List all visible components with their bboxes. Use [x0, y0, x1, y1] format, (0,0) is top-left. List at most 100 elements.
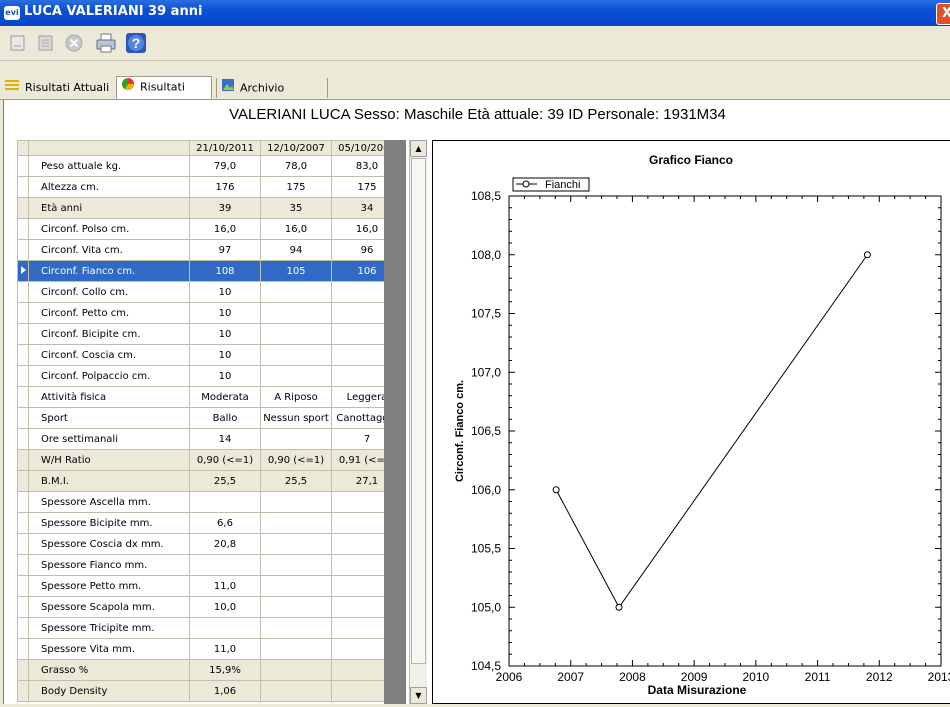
row-indicator[interactable] [17, 680, 29, 702]
value-cell[interactable]: 79,0 [189, 155, 261, 177]
value-cell[interactable]: 11,0 [189, 638, 261, 660]
value-cell[interactable] [260, 554, 332, 576]
date-header[interactable]: 21/10/2011 [189, 140, 261, 156]
date-header[interactable]: 12/10/2007 [260, 140, 332, 156]
row-indicator[interactable] [17, 596, 29, 618]
table-row[interactable]: Circonf. Petto cm. 10 [17, 302, 403, 324]
value-cell[interactable]: 11,0 [189, 575, 261, 597]
value-cell[interactable]: Moderata [189, 386, 261, 408]
delete-icon[interactable] [34, 31, 58, 55]
row-indicator[interactable] [17, 470, 29, 492]
value-cell[interactable] [260, 533, 332, 555]
row-indicator[interactable] [17, 197, 29, 219]
table-row[interactable]: Circonf. Collo cm. 10 [17, 281, 403, 303]
row-indicator[interactable] [17, 302, 29, 324]
table-row[interactable]: Grasso % 15,9% [17, 659, 403, 681]
value-cell[interactable]: 108 [189, 260, 261, 282]
value-cell[interactable]: 16,0 [260, 218, 332, 240]
cancel-icon[interactable] [62, 31, 86, 55]
value-cell[interactable]: 10 [189, 323, 261, 345]
row-indicator[interactable] [17, 533, 29, 555]
table-row[interactable]: Spessore Vita mm. 11,0 [17, 638, 403, 660]
table-row[interactable]: Circonf. Bicipite cm. 10 [17, 323, 403, 345]
table-row[interactable]: Ore settimanali 14 7 [17, 428, 403, 450]
measurements-table[interactable]: 21/10/2011 12/10/2007 05/10/2006 Peso at… [17, 140, 403, 702]
scroll-thumb[interactable] [411, 158, 426, 664]
value-cell[interactable]: A Riposo [260, 386, 332, 408]
value-cell[interactable] [260, 596, 332, 618]
value-cell[interactable]: Ballo [189, 407, 261, 429]
table-row[interactable]: Circonf. Polso cm. 16,0 16,0 16,0 [17, 218, 403, 240]
table-row[interactable]: Spessore Ascella mm. [17, 491, 403, 513]
row-indicator[interactable] [17, 344, 29, 366]
value-cell[interactable] [260, 344, 332, 366]
value-cell[interactable]: 105 [260, 260, 332, 282]
help-icon[interactable]: ? [124, 31, 148, 55]
value-cell[interactable]: 25,5 [260, 470, 332, 492]
table-row[interactable]: Spessore Tricipite mm. [17, 617, 403, 639]
row-indicator[interactable] [17, 176, 29, 198]
value-cell[interactable] [260, 281, 332, 303]
value-cell[interactable] [260, 638, 332, 660]
value-cell[interactable]: 10 [189, 365, 261, 387]
table-row[interactable]: Circonf. Fianco cm. 108 105 106 [17, 260, 403, 282]
value-cell[interactable]: 1,06 [189, 680, 261, 702]
value-cell[interactable] [189, 491, 261, 513]
tab-risultati-storici[interactable]: Risultati Storici [116, 76, 212, 114]
scroll-down-button[interactable]: ▼ [410, 687, 427, 704]
value-cell[interactable]: 78,0 [260, 155, 332, 177]
value-cell[interactable]: 176 [189, 176, 261, 198]
table-row[interactable]: Spessore Petto mm. 11,0 [17, 575, 403, 597]
row-indicator[interactable] [17, 617, 29, 639]
value-cell[interactable]: 16,0 [189, 218, 261, 240]
value-cell[interactable] [260, 617, 332, 639]
table-row[interactable]: Sport Ballo Nessun sport Canottaggio [17, 407, 403, 429]
value-cell[interactable] [260, 491, 332, 513]
value-cell[interactable]: 15,9% [189, 659, 261, 681]
row-indicator[interactable] [17, 386, 29, 408]
row-indicator[interactable] [17, 575, 29, 597]
table-row[interactable]: Spessore Fianco mm. [17, 554, 403, 576]
row-indicator[interactable] [17, 638, 29, 660]
row-indicator[interactable] [17, 155, 29, 177]
value-cell[interactable]: 94 [260, 239, 332, 261]
tab-risultati-attuali[interactable]: Risultati Attuali [4, 78, 114, 98]
value-cell[interactable]: 97 [189, 239, 261, 261]
print-icon[interactable] [94, 31, 118, 55]
value-cell[interactable]: 35 [260, 197, 332, 219]
value-cell[interactable]: 0,90 (<=1) [260, 449, 332, 471]
value-cell[interactable]: Nessun sport [260, 407, 332, 429]
table-row[interactable]: Body Density 1,06 [17, 680, 403, 702]
value-cell[interactable]: 10 [189, 302, 261, 324]
tab-archivio-immagini[interactable]: Archivio Immagini [216, 78, 328, 115]
value-cell[interactable]: 39 [189, 197, 261, 219]
row-indicator[interactable] [17, 428, 29, 450]
value-cell[interactable]: 175 [260, 176, 332, 198]
value-cell[interactable] [260, 575, 332, 597]
row-indicator[interactable] [17, 659, 29, 681]
table-row[interactable]: Peso attuale kg. 79,0 78,0 83,0 [17, 155, 403, 177]
row-indicator[interactable] [17, 407, 29, 429]
value-cell[interactable]: 25,5 [189, 470, 261, 492]
value-cell[interactable] [189, 554, 261, 576]
table-row[interactable]: W/H Ratio 0,90 (<=1) 0,90 (<=1) 0,91 (<=1) [17, 449, 403, 471]
row-indicator[interactable] [17, 365, 29, 387]
table-row[interactable]: Attività fisica Moderata A Riposo Leggera [17, 386, 403, 408]
value-cell[interactable]: 0,90 (<=1) [189, 449, 261, 471]
table-row[interactable]: B.M.I. 25,5 25,5 27,1 [17, 470, 403, 492]
value-cell[interactable]: 20,8 [189, 533, 261, 555]
table-row[interactable]: Circonf. Polpaccio cm. 10 [17, 365, 403, 387]
value-cell[interactable] [260, 680, 332, 702]
close-button[interactable]: X [936, 3, 950, 25]
table-row[interactable]: Spessore Coscia dx mm. 20,8 [17, 533, 403, 555]
new-icon[interactable] [6, 31, 30, 55]
row-indicator[interactable] [17, 512, 29, 534]
value-cell[interactable] [260, 512, 332, 534]
value-cell[interactable]: 10 [189, 281, 261, 303]
value-cell[interactable] [260, 323, 332, 345]
row-indicator[interactable] [17, 281, 29, 303]
value-cell[interactable] [260, 365, 332, 387]
row-indicator[interactable] [17, 449, 29, 471]
table-row[interactable]: Spessore Scapola mm. 10,0 [17, 596, 403, 618]
table-row[interactable]: Età anni 39 35 34 [17, 197, 403, 219]
